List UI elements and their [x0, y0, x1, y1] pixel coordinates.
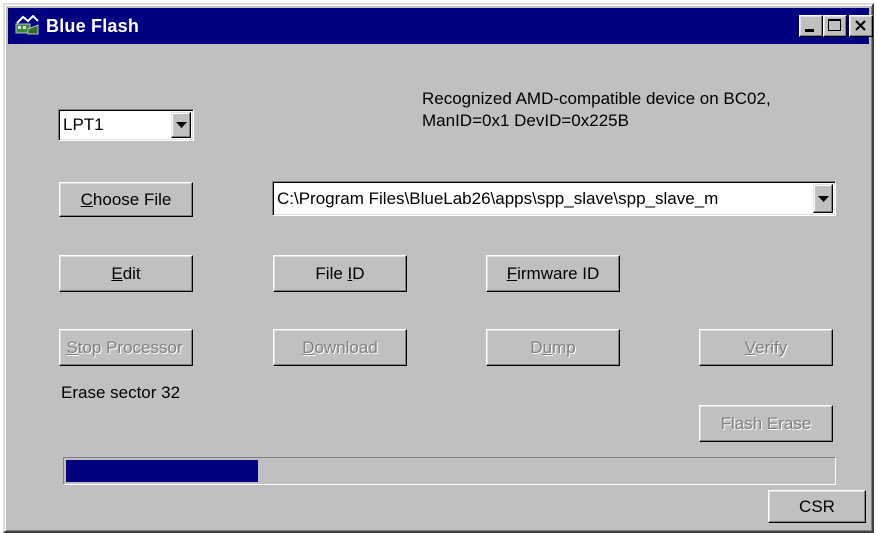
maximize-button[interactable] [823, 15, 847, 37]
maximize-icon [828, 19, 841, 31]
firmware-id-button[interactable]: Firmware ID [486, 255, 620, 292]
port-dropdown-button[interactable] [171, 112, 191, 138]
app-icon [14, 14, 40, 37]
close-icon [855, 20, 866, 31]
download-button[interactable]: Download [273, 329, 407, 366]
port-select[interactable]: LPT1 [58, 109, 194, 141]
device-info-line2: ManID=0x1 DevID=0x225B [422, 111, 629, 130]
title-bar[interactable]: Blue Flash [8, 8, 873, 44]
edit-button[interactable]: Edit [59, 255, 193, 292]
close-button[interactable] [849, 15, 873, 37]
choose-file-mnemonic: C [80, 189, 93, 209]
verify-button[interactable]: Verify [699, 329, 833, 366]
csr-button[interactable]: CSR [768, 490, 866, 523]
progress-bar-fill [66, 460, 258, 482]
blue-flash-window: Blue Flash LPT1 Recognized AMD-compatibl… [3, 3, 874, 533]
file-path-select[interactable]: C:\Program Files\BlueLab26\apps\spp_slav… [272, 181, 836, 216]
chevron-down-icon [818, 195, 829, 202]
chevron-down-icon [176, 122, 187, 128]
dump-button[interactable]: Dump [486, 329, 620, 366]
progress-bar [63, 457, 836, 485]
minimize-button[interactable] [799, 15, 823, 37]
window-title: Blue Flash [46, 16, 140, 36]
file-path-value: C:\Program Files\BlueLab26\apps\spp_slav… [277, 188, 719, 208]
file-path-dropdown-button[interactable] [813, 184, 833, 213]
file-id-button[interactable]: File ID [273, 255, 407, 292]
operation-status: Erase sector 32 [61, 383, 181, 402]
device-info-line1: Recognized AMD-compatible device on BC02… [422, 89, 771, 108]
minimize-icon [805, 29, 814, 32]
choose-file-label: hoose File [92, 189, 172, 209]
stop-processor-button[interactable]: Stop Processor [59, 329, 193, 366]
flash-erase-button[interactable]: Flash Erase [699, 405, 833, 442]
port-select-value: LPT1 [63, 115, 104, 134]
choose-file-button[interactable]: Choose File [59, 182, 193, 217]
